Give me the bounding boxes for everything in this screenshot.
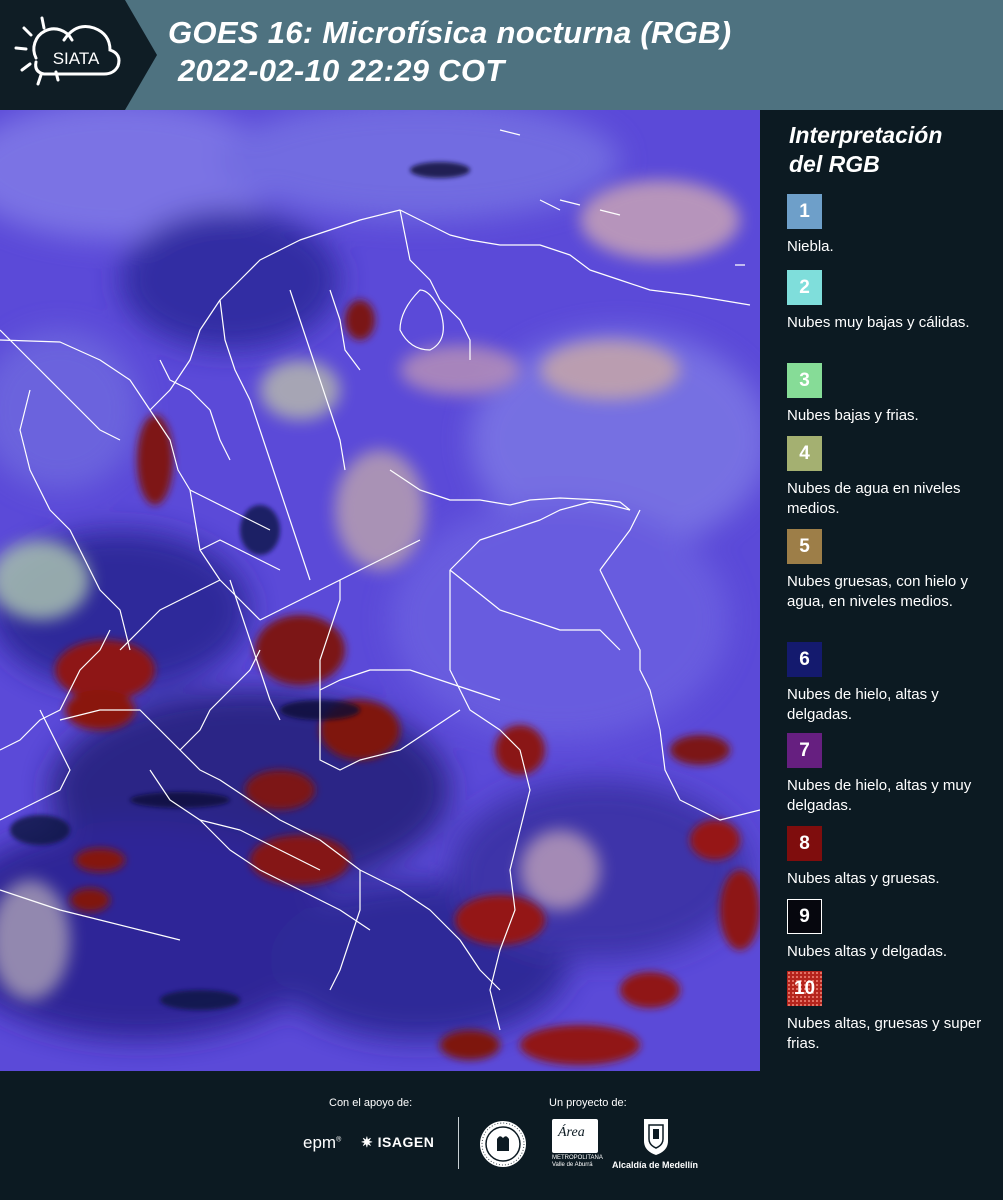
legend-title: Interpretación del RGB bbox=[789, 121, 942, 179]
legend-item-nubes-gruesas: 5 Nubes gruesas, con hielo y agua, en ni… bbox=[787, 529, 1002, 612]
legend-label: Nubes altas y gruesas. bbox=[787, 870, 940, 887]
legend-swatch-8: 8 bbox=[787, 826, 822, 861]
legend-number: 6 bbox=[799, 648, 810, 670]
legend-label: Nubes altas y delgadas. bbox=[787, 943, 948, 960]
alcaldia-text: Alcaldía de Medellín bbox=[612, 1160, 699, 1170]
footer-divider bbox=[458, 1117, 459, 1169]
legend-number: 9 bbox=[799, 905, 810, 927]
header-bar: SIATA GOES 16: Microfísica nocturna (RGB… bbox=[0, 0, 1003, 110]
legend-swatch-7: 7 bbox=[787, 733, 822, 768]
legend-number: 4 bbox=[799, 442, 810, 464]
legend-item-niebla: 1 Niebla. bbox=[787, 194, 1002, 257]
page-title: GOES 16: Microfísica nocturna (RGB) 2022… bbox=[168, 14, 731, 90]
legend-item-nubes-muy-bajas: 2 Nubes muy bajas y cálidas. bbox=[787, 270, 1002, 333]
svg-text:SIATA: SIATA bbox=[53, 49, 100, 68]
legend-item-nubes-bajas-frias: 3 Nubes bajas y frias. bbox=[787, 363, 1002, 426]
legend-number: 10 bbox=[793, 977, 816, 999]
siata-logo: SIATA bbox=[14, 16, 121, 86]
logo-panel: SIATA bbox=[0, 0, 125, 110]
footer: Con el apoyo de: Un proyecto de: epm® ✷ … bbox=[0, 1071, 1003, 1200]
area-logo-sub1: METROPOLITANA bbox=[552, 1155, 603, 1161]
legend-label: Niebla. bbox=[787, 238, 834, 255]
legend-item-hielo-muy-delgadas: 7 Nubes de hielo, altas y muy delgadas. bbox=[787, 733, 1002, 816]
legend-label: Nubes de hielo, altas y muy delgadas. bbox=[787, 777, 972, 814]
legend-item-nubes-agua-medios: 4 Nubes de agua en niveles medios. bbox=[787, 436, 1002, 519]
legend-swatch-1: 1 bbox=[787, 194, 822, 229]
satellite-rgb-map bbox=[0, 110, 760, 1071]
area-logo-sub2: Valle de Aburrá bbox=[552, 1162, 593, 1168]
legend-label: Nubes de hielo, altas y delgadas. bbox=[787, 686, 939, 723]
area-metropolitana-logo: Área METROPOLITANA Valle de Aburrá bbox=[552, 1119, 603, 1169]
isagen-logo-text: ISAGEN bbox=[377, 1134, 435, 1150]
legend-swatch-6: 6 bbox=[787, 642, 822, 677]
legend-item-super-frias: 10 Nubes altas, gruesas y super frias. bbox=[787, 971, 1002, 1054]
legend-item-hielo-altas-delgadas: 6 Nubes de hielo, altas y delgadas. bbox=[787, 642, 1002, 725]
satellite-image bbox=[0, 110, 760, 1071]
legend-title-line-2: del RGB bbox=[789, 151, 880, 177]
logo-arrow-shape bbox=[125, 0, 157, 110]
title-line-1: GOES 16: Microfísica nocturna (RGB) bbox=[168, 15, 732, 50]
legend-label: Nubes muy bajas y cálidas. bbox=[787, 314, 970, 331]
legend-item-altas-delgadas: 9 Nubes altas y delgadas. bbox=[787, 899, 1002, 962]
legend-swatch-10: 10 bbox=[787, 971, 822, 1006]
epm-logo-text: epm bbox=[303, 1133, 337, 1152]
legend-swatch-3: 3 bbox=[787, 363, 822, 398]
legend-number: 2 bbox=[799, 276, 810, 298]
legend-label: Nubes de agua en niveles medios. bbox=[787, 480, 961, 517]
legend-label: Nubes gruesas, con hielo y agua, en nive… bbox=[787, 573, 968, 610]
title-line-2: 2022-02-10 22:29 COT bbox=[178, 53, 505, 88]
isagen-mark-icon: ✷ bbox=[361, 1134, 374, 1150]
legend-number: 5 bbox=[799, 535, 810, 557]
legend-label: Nubes altas, gruesas y super frias. bbox=[787, 1015, 982, 1052]
area-logo-text: Área bbox=[558, 1125, 585, 1140]
legend-number: 3 bbox=[799, 369, 810, 391]
legend-panel: Interpretación del RGB 1 Niebla. 2 Nubes… bbox=[760, 110, 1003, 1071]
legend-number: 1 bbox=[799, 200, 810, 222]
legend-number: 7 bbox=[799, 739, 810, 761]
project-label: Un proyecto de: bbox=[549, 1097, 627, 1109]
legend-swatch-5: 5 bbox=[787, 529, 822, 564]
alcaldia-shield-icon bbox=[644, 1119, 668, 1155]
epm-logo: epm® bbox=[303, 1133, 342, 1152]
legend-title-line-1: Interpretación bbox=[789, 122, 943, 148]
support-label: Con el apoyo de: bbox=[329, 1097, 413, 1109]
legend-swatch-2: 2 bbox=[787, 270, 822, 305]
isagen-logo: ✷ ISAGEN bbox=[361, 1134, 434, 1151]
legend-item-altas-gruesas: 8 Nubes altas y gruesas. bbox=[787, 826, 1002, 889]
legend-number: 8 bbox=[799, 832, 810, 854]
medellin-seal-icon bbox=[480, 1121, 526, 1167]
legend-swatch-4: 4 bbox=[787, 436, 822, 471]
legend-label: Nubes bajas y frias. bbox=[787, 407, 919, 424]
legend-swatch-9: 9 bbox=[787, 899, 822, 934]
